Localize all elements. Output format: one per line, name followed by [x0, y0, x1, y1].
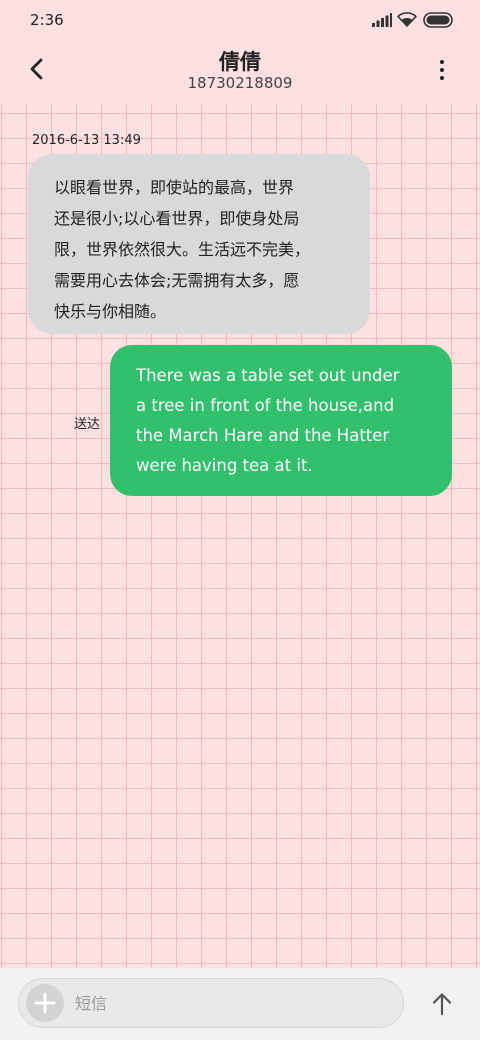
message-timestamp: 2016-6-13 13:49: [32, 133, 141, 148]
incoming-message-bubble[interactable]: 以眼看世界，即使站的最高，世界 还是很小;以心看世界，即使身处局 限，世界依然很…: [28, 154, 370, 334]
status-time: 2:36: [30, 11, 64, 29]
vertical-dots-icon[interactable]: [432, 58, 452, 82]
arrow-up-icon[interactable]: [428, 990, 456, 1018]
composer-bar: [0, 968, 480, 1040]
message-line: 需要用心去体会;无需拥有太多，愿: [54, 271, 300, 290]
battery-icon: [423, 12, 453, 28]
contact-phone-number: 18730218809: [187, 74, 293, 92]
conversation-header: 倩倩 18730218809: [0, 42, 480, 104]
message-line: 快乐与你相随。: [54, 302, 167, 321]
sms-input[interactable]: [75, 988, 375, 1018]
message-line: 还是很小;以心看世界，即使身处局: [54, 209, 300, 228]
message-line: 限，世界依然很大。生活远不完美，: [54, 240, 311, 259]
message-line: were having tea at it.: [136, 456, 313, 475]
message-line: 以眼看世界，即使站的最高，世界: [54, 178, 295, 197]
plus-icon: [34, 992, 56, 1014]
message-line: a tree in front of the house,and: [136, 396, 395, 415]
message-input-container: [18, 978, 404, 1028]
wifi-icon: [397, 12, 417, 27]
delivery-status: 送达: [74, 417, 101, 432]
message-line: the March Hare and the Hatter: [136, 426, 390, 445]
add-attachment-button[interactable]: [26, 984, 64, 1022]
signal-icon: [372, 13, 392, 27]
outgoing-message-bubble[interactable]: There was a table set out under a tree i…: [110, 345, 452, 496]
contact-name: 倩倩: [219, 50, 261, 74]
status-bar: 2:36: [0, 0, 480, 42]
message-line: There was a table set out under: [136, 366, 400, 385]
